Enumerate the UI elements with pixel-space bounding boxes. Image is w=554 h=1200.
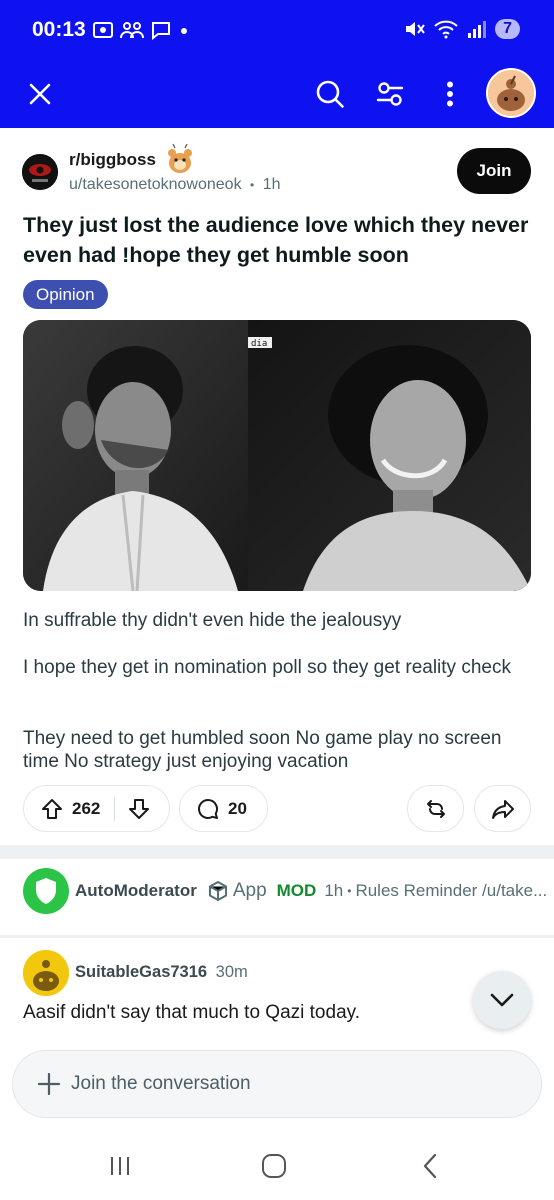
comment-icon <box>198 798 219 819</box>
post-flair[interactable]: Opinion <box>23 280 108 309</box>
vote-pill: 262 <box>23 785 170 832</box>
notification-count-badge: 7 <box>495 19 520 39</box>
automoderator-avatar[interactable] <box>23 868 69 914</box>
status-system-icons: 7 <box>403 18 520 40</box>
join-conversation-input[interactable]: Join the conversation <box>12 1050 542 1118</box>
recents-button[interactable] <box>90 1146 150 1186</box>
automod-age: 1h <box>324 881 344 900</box>
plus-icon <box>37 1072 61 1096</box>
screenshot-icon <box>93 22 113 38</box>
crosspost-button[interactable] <box>407 785 464 832</box>
app-header <box>0 62 554 128</box>
recents-icon <box>111 1157 129 1175</box>
user-avatar-button[interactable] <box>486 68 536 118</box>
post-photo: dia <box>23 320 531 591</box>
wifi-icon <box>434 20 458 39</box>
signal-icon <box>468 21 487 38</box>
subreddit-avatar[interactable] <box>22 154 58 190</box>
post-meta: u/takesonetoknowoneok • 1h <box>69 176 280 194</box>
close-button[interactable] <box>14 68 66 120</box>
snoo-avatar-icon <box>488 70 534 116</box>
image-watermark: dia <box>251 339 267 349</box>
post-author[interactable]: u/takesonetoknowoneok <box>69 176 242 193</box>
app-label: App <box>232 880 267 901</box>
search-button[interactable] <box>304 68 356 120</box>
share-icon <box>491 799 514 819</box>
comment-age: 30m <box>215 963 248 981</box>
automod-separator: • <box>347 884 352 898</box>
automod-comment-collapsed[interactable]: AutoModerator App MOD 1h • Rules Reminde… <box>75 880 547 902</box>
post-title: They just lost the audience love which t… <box>23 213 529 267</box>
close-icon <box>29 83 51 105</box>
app-cube-icon <box>208 880 227 902</box>
search-icon <box>316 80 344 108</box>
comment-icon-wrap <box>196 797 220 821</box>
status-time: 00:13 <box>32 18 86 41</box>
join-button[interactable]: Join <box>457 148 531 194</box>
shield-icon <box>36 878 56 904</box>
post-age: 1h <box>262 176 281 193</box>
downvote-button[interactable] <box>127 797 151 821</box>
back-button[interactable] <box>400 1146 460 1186</box>
comments-button[interactable]: 20 <box>179 785 268 832</box>
post-body-paragraph-3: They need to get humbled soon No game pl… <box>23 728 502 772</box>
share-button[interactable] <box>474 785 531 832</box>
status-notification-icons <box>92 20 190 40</box>
comment-meta: SuitableGas7316 30m <box>75 963 248 982</box>
mod-badge: MOD <box>276 881 317 900</box>
status-bar: 00:13 7 <box>0 0 554 62</box>
home-icon <box>262 1154 286 1178</box>
upvote-count: 262 <box>72 798 101 818</box>
comment-divider <box>0 935 554 938</box>
mute-icon <box>406 22 425 36</box>
hamster-flair-icon <box>166 143 194 175</box>
post-body-paragraph-2: I hope they get in nomination poll so th… <box>23 657 511 678</box>
comment-text: Aasif didn't say that much to Qazi today… <box>23 1002 360 1023</box>
system-nav-bar <box>0 1132 554 1200</box>
downvote-icon <box>129 798 150 819</box>
sort-filter-button[interactable] <box>364 68 416 120</box>
sort-filter-icon <box>376 82 404 106</box>
post-image[interactable]: dia <box>23 320 531 591</box>
meta-separator: • <box>250 178 255 192</box>
home-button[interactable] <box>244 1146 304 1186</box>
section-divider <box>0 845 554 859</box>
vote-divider <box>114 796 116 821</box>
chat-icon <box>152 22 170 40</box>
dot-icon <box>181 28 187 34</box>
composer-placeholder: Join the conversation <box>71 1073 251 1094</box>
bigg-boss-eye-logo-icon <box>22 154 58 190</box>
back-icon <box>423 1153 437 1179</box>
snoo-avatar-icon <box>23 950 69 996</box>
crosspost-icon <box>426 799 445 818</box>
comment-count: 20 <box>228 798 247 818</box>
group-icon <box>120 22 144 39</box>
upvote-button[interactable] <box>40 797 64 821</box>
automod-username[interactable]: AutoModerator <box>75 881 197 901</box>
upvote-icon <box>42 798 62 819</box>
more-options-button[interactable] <box>424 68 476 120</box>
next-comment-button[interactable] <box>473 971 531 1029</box>
more-vertical-icon <box>447 81 453 107</box>
subreddit-name[interactable]: r/biggboss <box>69 150 156 170</box>
comment-username[interactable]: SuitableGas7316 <box>75 963 207 981</box>
automod-preview: Rules Reminder /u/take... <box>355 881 548 900</box>
chevron-down-icon <box>490 993 514 1007</box>
post-body-paragraph-1: In suffrable thy didn't even hide the je… <box>23 610 402 631</box>
commenter-avatar[interactable] <box>23 950 69 996</box>
